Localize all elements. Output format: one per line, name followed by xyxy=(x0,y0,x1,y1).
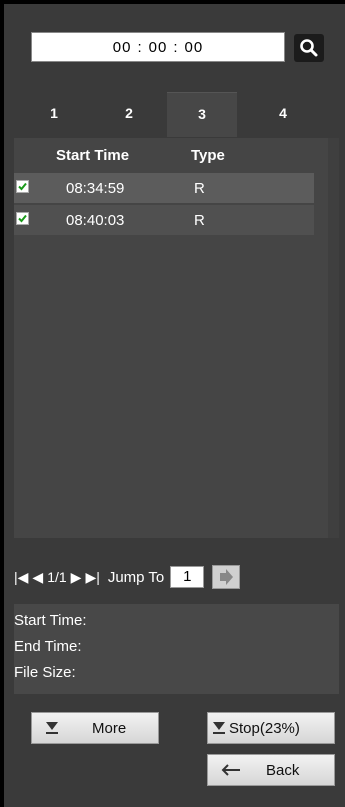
next-page-icon[interactable]: ▶ xyxy=(71,569,82,586)
pagination: |◀ ◀ 1/1 ▶ ▶| Jump To 1 xyxy=(14,562,334,592)
column-start-time: Start Time xyxy=(56,147,130,164)
file-list: Start Time Type 08:34:59 R 08:40:03 R xyxy=(14,138,339,538)
list-header: Start Time Type xyxy=(14,140,339,170)
more-label: More xyxy=(92,720,127,737)
search-button[interactable] xyxy=(294,34,324,62)
tab-2[interactable]: 2 xyxy=(94,92,164,136)
tab-1[interactable]: 1 xyxy=(19,92,89,136)
search-icon xyxy=(300,39,318,57)
tab-4[interactable]: 4 xyxy=(248,92,318,136)
checkmark-icon xyxy=(18,214,27,223)
info-start-time: Start Time: xyxy=(14,612,87,629)
row-start-time: 08:34:59 xyxy=(66,180,125,197)
channel-tabs: 1 2 3 4 xyxy=(4,92,345,137)
hour-value: 00 xyxy=(112,38,132,56)
prev-page-icon[interactable]: ◀ xyxy=(32,569,43,586)
row-checkbox[interactable] xyxy=(16,212,29,225)
row-checkbox[interactable] xyxy=(16,180,29,193)
stop-download-button[interactable]: Stop(23%) xyxy=(207,712,335,744)
back-label: Back xyxy=(266,762,300,779)
last-page-icon[interactable]: ▶| xyxy=(85,569,99,586)
tab-3[interactable]: 3 xyxy=(167,92,237,137)
file-info-panel: Start Time: End Time: File Size: xyxy=(14,604,339,694)
download-icon xyxy=(46,722,58,734)
second-value: 00 xyxy=(184,38,204,56)
row-start-time: 08:40:03 xyxy=(66,212,125,229)
column-type: Type xyxy=(191,147,225,164)
stop-label: Stop(23%) xyxy=(229,720,300,737)
info-file-size: File Size: xyxy=(14,664,76,681)
checkmark-icon xyxy=(18,182,27,191)
row-type: R xyxy=(194,180,205,197)
back-button[interactable]: Back xyxy=(207,754,335,786)
jump-to-label: Jump To xyxy=(107,568,165,586)
table-row[interactable]: 08:34:59 R xyxy=(14,173,314,203)
arrow-right-icon xyxy=(220,569,234,585)
first-page-icon[interactable]: |◀ xyxy=(14,569,28,586)
row-type: R xyxy=(194,212,205,229)
table-row[interactable]: 08:40:03 R xyxy=(14,205,314,235)
minute-value: 00 xyxy=(148,38,168,56)
list-scrollbar[interactable] xyxy=(328,138,339,538)
playback-panel: 00 : 00 : 00 1 2 3 4 Start Time Type 08:… xyxy=(0,0,345,807)
time-separator: : xyxy=(137,38,143,56)
page-indicator: 1/1 xyxy=(47,569,67,585)
info-end-time: End Time: xyxy=(14,638,82,655)
more-button[interactable]: More xyxy=(31,712,159,744)
time-input[interactable]: 00 : 00 : 00 xyxy=(31,32,285,62)
arrow-left-icon xyxy=(221,764,240,776)
time-separator: : xyxy=(173,38,179,56)
go-button[interactable] xyxy=(212,565,241,589)
download-icon xyxy=(213,722,225,734)
page-number-input[interactable]: 1 xyxy=(170,566,205,588)
